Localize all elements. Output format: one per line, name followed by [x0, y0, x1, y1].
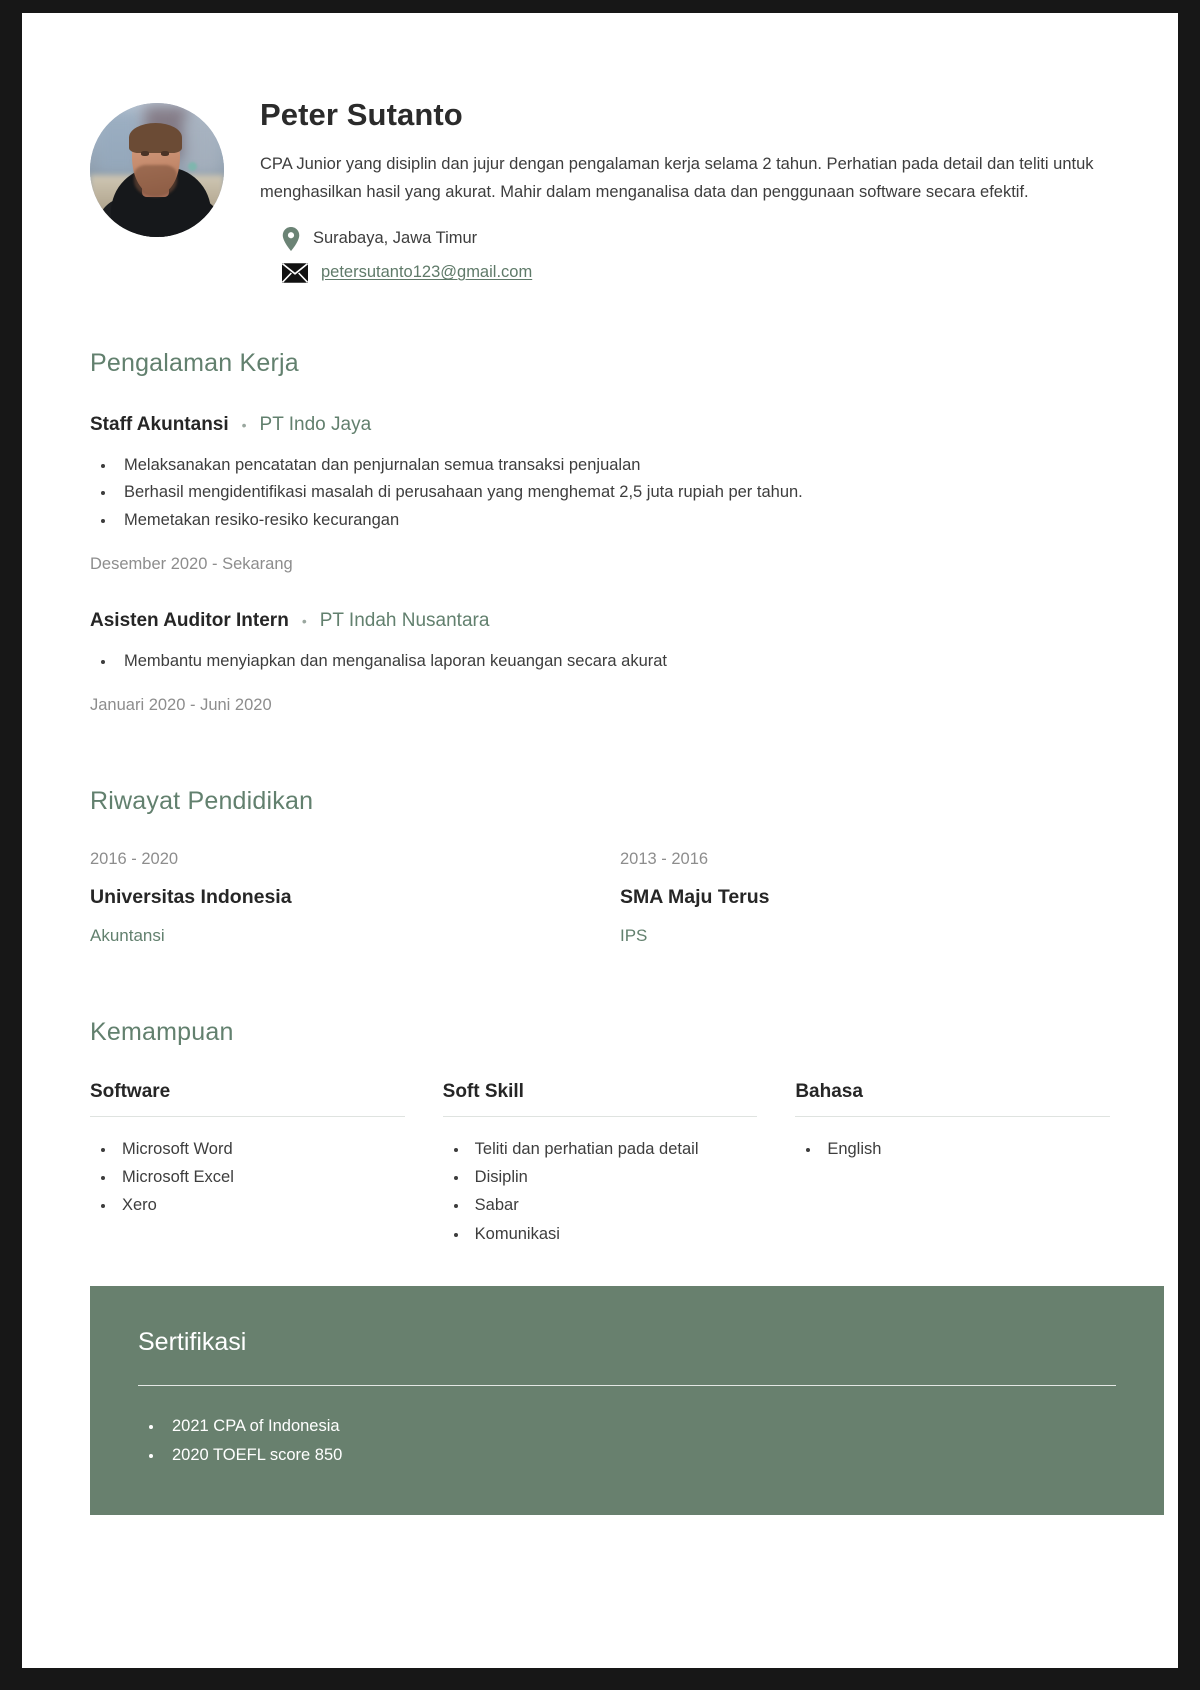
job-bullet-list: Membantu menyiapkan dan menganalisa lapo…	[116, 648, 1110, 676]
envelope-icon	[282, 262, 308, 283]
skill-category-label: Soft Skill	[442, 1081, 758, 1117]
education-school: SMA Maju Terus	[620, 885, 770, 908]
education-item: 2013 - 2016 SMA Maju Terus IPS	[620, 850, 1110, 946]
education-major: Akuntansi	[90, 925, 165, 945]
skill-category-label: Software	[90, 1081, 405, 1117]
list-item: Microsoft Word	[116, 1135, 405, 1163]
list-item: Melaksanakan pencatatan dan penjurnalan …	[116, 452, 1110, 480]
education-years: 2016 - 2020	[90, 849, 179, 868]
job-dates: Januari 2020 - Juni 2020	[90, 695, 272, 714]
resume-header: Peter Sutanto CPA Junior yang disiplin d…	[90, 91, 1110, 283]
skill-category-soft-skill: Soft Skill Teliti dan perhatian pada det…	[442, 1081, 758, 1249]
location-pin-icon	[282, 226, 300, 251]
separator-dot: •	[241, 416, 247, 433]
resume-page: Peter Sutanto CPA Junior yang disiplin d…	[22, 13, 1178, 1668]
contact-email-row[interactable]: petersutanto123@gmail.com	[260, 262, 1110, 283]
divider	[138, 1385, 1116, 1387]
screenshot-viewport: Peter Sutanto CPA Junior yang disiplin d…	[0, 0, 1200, 1690]
list-item: Microsoft Excel	[116, 1163, 405, 1191]
experience-item-heading: Staff Akuntansi • PT Indo Jaya	[90, 414, 1110, 436]
list-item: Sabar	[469, 1191, 758, 1219]
skill-list: Microsoft Word Microsoft Excel Xero	[116, 1135, 405, 1220]
section-certification: Sertifikasi 2021 CPA of Indonesia 2020 T…	[90, 1286, 1164, 1515]
skill-category-software: Software Microsoft Word Microsoft Excel …	[90, 1081, 405, 1249]
list-item: English	[821, 1135, 1110, 1163]
page-title: Peter Sutanto	[260, 97, 463, 132]
location-text: Surabaya, Jawa Timur	[313, 229, 478, 248]
job-company: PT Indo Jaya	[259, 413, 372, 435]
education-major: IPS	[620, 925, 648, 945]
skill-category-label: Bahasa	[795, 1081, 1110, 1117]
section-skills: Kemampuan Software Microsoft Word Micros…	[90, 1018, 1110, 1249]
profile-summary: CPA Junior yang disiplin dan jujur denga…	[260, 155, 1094, 202]
list-item: Berhasil mengidentifikasi masalah di per…	[116, 479, 1110, 507]
separator-dot: •	[301, 612, 307, 629]
job-role: Asisten Auditor Intern	[90, 609, 289, 631]
experience-item-heading: Asisten Auditor Intern • PT Indah Nusant…	[90, 610, 1110, 632]
section-title-experience: Pengalaman Kerja	[90, 348, 299, 377]
education-item: 2016 - 2020 Universitas Indonesia Akunta…	[90, 850, 580, 946]
list-item: Disiplin	[469, 1163, 758, 1191]
education-years: 2013 - 2016	[620, 849, 709, 868]
skill-category-language: Bahasa English	[795, 1081, 1110, 1249]
skill-list: Teliti dan perhatian pada detail Disipli…	[469, 1135, 758, 1249]
section-title-skills: Kemampuan	[90, 1017, 234, 1046]
section-education: Riwayat Pendidikan 2016 - 2020 Universit…	[90, 787, 1110, 946]
section-experience: Pengalaman Kerja Staff Akuntansi • PT In…	[90, 349, 1110, 715]
list-item: 2020 TOEFL score 850	[164, 1441, 1138, 1470]
email-link[interactable]: petersutanto123@gmail.com	[321, 263, 532, 282]
list-item: 2021 CPA of Indonesia	[164, 1412, 1138, 1441]
job-bullet-list: Melaksanakan pencatatan dan penjurnalan …	[116, 452, 1110, 535]
list-item: Teliti dan perhatian pada detail	[469, 1135, 758, 1163]
section-title-certification: Sertifikasi	[138, 1328, 247, 1357]
list-item: Membantu menyiapkan dan menganalisa lapo…	[116, 648, 1110, 676]
skill-list: English	[821, 1135, 1110, 1163]
list-item: Komunikasi	[469, 1220, 758, 1248]
contact-location-row: Surabaya, Jawa Timur	[260, 226, 1110, 251]
job-company: PT Indah Nusantara	[319, 609, 490, 631]
list-item: Xero	[116, 1191, 405, 1219]
experience-item: Staff Akuntansi • PT Indo Jaya Melaksana…	[90, 414, 1110, 574]
experience-item: Asisten Auditor Intern • PT Indah Nusant…	[90, 610, 1110, 715]
education-school: Universitas Indonesia	[90, 885, 292, 908]
section-title-education: Riwayat Pendidikan	[90, 786, 314, 815]
job-dates: Desember 2020 - Sekarang	[90, 554, 293, 573]
job-role: Staff Akuntansi	[90, 413, 229, 435]
list-item: Memetakan resiko-resiko kecurangan	[116, 507, 1110, 535]
certification-list: 2021 CPA of Indonesia 2020 TOEFL score 8…	[164, 1412, 1138, 1471]
avatar	[90, 103, 224, 237]
